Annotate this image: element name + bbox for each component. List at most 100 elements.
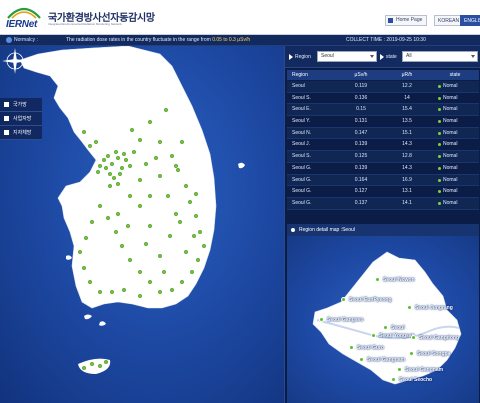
seoul-detail-map[interactable]: Seoul Nowon Seoul EunPyeong Seoul Jungrang… [287, 236, 479, 403]
station-dot-icon[interactable] [137, 269, 142, 274]
station-dot-icon[interactable] [175, 167, 180, 172]
table-row[interactable]: Seoul 0.119 12.2 Nomal [287, 81, 479, 93]
station-dot-icon[interactable] [147, 279, 152, 284]
station-dot-icon[interactable] [349, 345, 354, 350]
station-dot-icon[interactable] [131, 149, 136, 154]
station-dot-icon[interactable] [371, 333, 376, 338]
detail-station-label[interactable]: Seoul Songpa [417, 351, 450, 357]
station-dot-icon[interactable] [157, 253, 162, 258]
station-dot-icon[interactable] [319, 317, 324, 322]
station-dot-icon[interactable] [121, 287, 126, 292]
station-dot-icon[interactable] [115, 155, 120, 160]
station-dot-icon[interactable] [127, 163, 132, 168]
station-dot-icon[interactable] [147, 119, 152, 124]
detail-station-label[interactable]: Seoul Seocho [399, 377, 432, 383]
detail-station-label[interactable]: Seoul [391, 325, 405, 331]
detail-station-label[interactable]: Seoul Jungrang [415, 305, 453, 311]
table-row[interactable]: Seoul J. 0.139 14.3 Nomal [287, 139, 479, 152]
detail-station-label[interactable]: Seoul Guro [357, 345, 384, 351]
station-dot-icon[interactable] [93, 139, 98, 144]
station-dot-icon[interactable] [113, 149, 118, 154]
station-dot-icon[interactable] [183, 183, 188, 188]
state-select[interactable]: All [402, 51, 478, 62]
station-dot-icon[interactable] [105, 153, 110, 158]
region-select[interactable]: Seoul [317, 51, 377, 62]
station-dot-icon[interactable] [97, 364, 102, 369]
station-dot-icon[interactable] [173, 163, 178, 168]
detail-station-label[interactable]: Seoul Gangnam [367, 357, 405, 363]
station-dot-icon[interactable] [137, 137, 142, 142]
station-dot-icon[interactable] [121, 151, 126, 156]
table-row[interactable]: Seoul G. 0.164 16.9 Nomal [287, 174, 479, 187]
station-dot-icon[interactable] [97, 163, 102, 168]
station-dot-icon[interactable] [191, 233, 196, 238]
station-dot-icon[interactable] [193, 191, 198, 196]
detail-station-label[interactable]: Seoul Gangseo [327, 317, 363, 323]
station-dot-icon[interactable] [109, 289, 114, 294]
station-dot-icon[interactable] [111, 175, 116, 180]
korea-map[interactable]: 국가망 사업자망 지자체망 [0, 46, 284, 403]
station-dot-icon[interactable] [87, 279, 92, 284]
table-row[interactable]: Seoul G. 0.137 14.1 Nomal [287, 197, 479, 210]
korea-map-svg[interactable] [0, 46, 284, 403]
table-row[interactable]: Seoul N. 0.147 15.1 Nomal [287, 127, 479, 140]
station-dot-icon[interactable] [411, 335, 416, 340]
station-dot-icon[interactable] [119, 165, 124, 170]
station-dot-icon[interactable] [115, 211, 120, 216]
station-dot-icon[interactable] [137, 293, 142, 298]
station-dot-icon[interactable] [103, 165, 108, 170]
station-dot-icon[interactable] [197, 229, 202, 234]
station-dot-icon[interactable] [383, 325, 388, 330]
detail-station-label[interactable]: Seoul Yongsan [379, 333, 415, 339]
station-dot-icon[interactable] [157, 173, 162, 178]
detail-station-label[interactable]: Seoul Gangnam [405, 367, 443, 373]
station-dot-icon[interactable] [97, 289, 102, 294]
menu-national-network[interactable]: 국가망 [0, 98, 42, 112]
station-dot-icon[interactable] [147, 223, 152, 228]
station-dot-icon[interactable] [115, 181, 120, 186]
station-dot-icon[interactable] [193, 213, 198, 218]
station-dot-icon[interactable] [87, 143, 92, 148]
station-dot-icon[interactable] [341, 297, 346, 302]
korean-language-button[interactable]: KOREAN [434, 15, 464, 26]
station-dot-icon[interactable] [97, 203, 102, 208]
detail-station-label[interactable]: Seoul EunPyeong [349, 297, 392, 303]
detail-station-label[interactable]: Seoul Gangdong [419, 335, 459, 341]
station-dot-icon[interactable] [81, 366, 86, 371]
station-dot-icon[interactable] [165, 193, 170, 198]
detail-station-label[interactable]: Seoul Nowon [383, 277, 415, 283]
col-urh[interactable]: μR/h [383, 70, 431, 80]
station-dot-icon[interactable] [157, 289, 162, 294]
station-dot-icon[interactable] [81, 129, 86, 134]
station-dot-icon[interactable] [129, 127, 134, 132]
table-row[interactable]: Seoul Y. 0.131 13.5 Nomal [287, 116, 479, 128]
station-dot-icon[interactable] [391, 377, 396, 382]
station-dot-icon[interactable] [127, 257, 132, 262]
station-dot-icon[interactable] [397, 367, 402, 372]
station-dot-icon[interactable] [77, 249, 82, 254]
station-dot-icon[interactable] [113, 229, 118, 234]
menu-operator-network[interactable]: 사업자망 [0, 112, 42, 126]
table-row[interactable]: Seoul G. 0.127 13.1 Nomal [287, 186, 479, 198]
station-dot-icon[interactable] [195, 257, 200, 262]
station-dot-icon[interactable] [81, 265, 86, 270]
station-dot-icon[interactable] [143, 241, 148, 246]
station-dot-icon[interactable] [173, 211, 178, 216]
home-page-button[interactable]: Home Page [385, 15, 428, 26]
table-row[interactable]: Seoul S. 0.125 12.8 Nomal [287, 151, 479, 163]
station-dot-icon[interactable] [105, 215, 110, 220]
station-dot-icon[interactable] [179, 279, 184, 284]
station-dot-icon[interactable] [163, 108, 168, 113]
station-dot-icon[interactable] [407, 305, 412, 310]
station-dot-icon[interactable] [359, 357, 364, 362]
station-dot-icon[interactable] [161, 269, 166, 274]
station-dot-icon[interactable] [137, 203, 142, 208]
station-dot-icon[interactable] [201, 243, 206, 248]
station-dot-icon[interactable] [137, 177, 142, 182]
station-dot-icon[interactable] [123, 157, 128, 162]
table-row[interactable]: Seoul S. 0.136 14 Nomal [287, 93, 479, 105]
station-dot-icon[interactable] [153, 155, 158, 160]
station-dot-icon[interactable] [107, 171, 112, 176]
station-dot-icon[interactable] [89, 362, 94, 367]
col-state[interactable]: state [431, 70, 479, 80]
